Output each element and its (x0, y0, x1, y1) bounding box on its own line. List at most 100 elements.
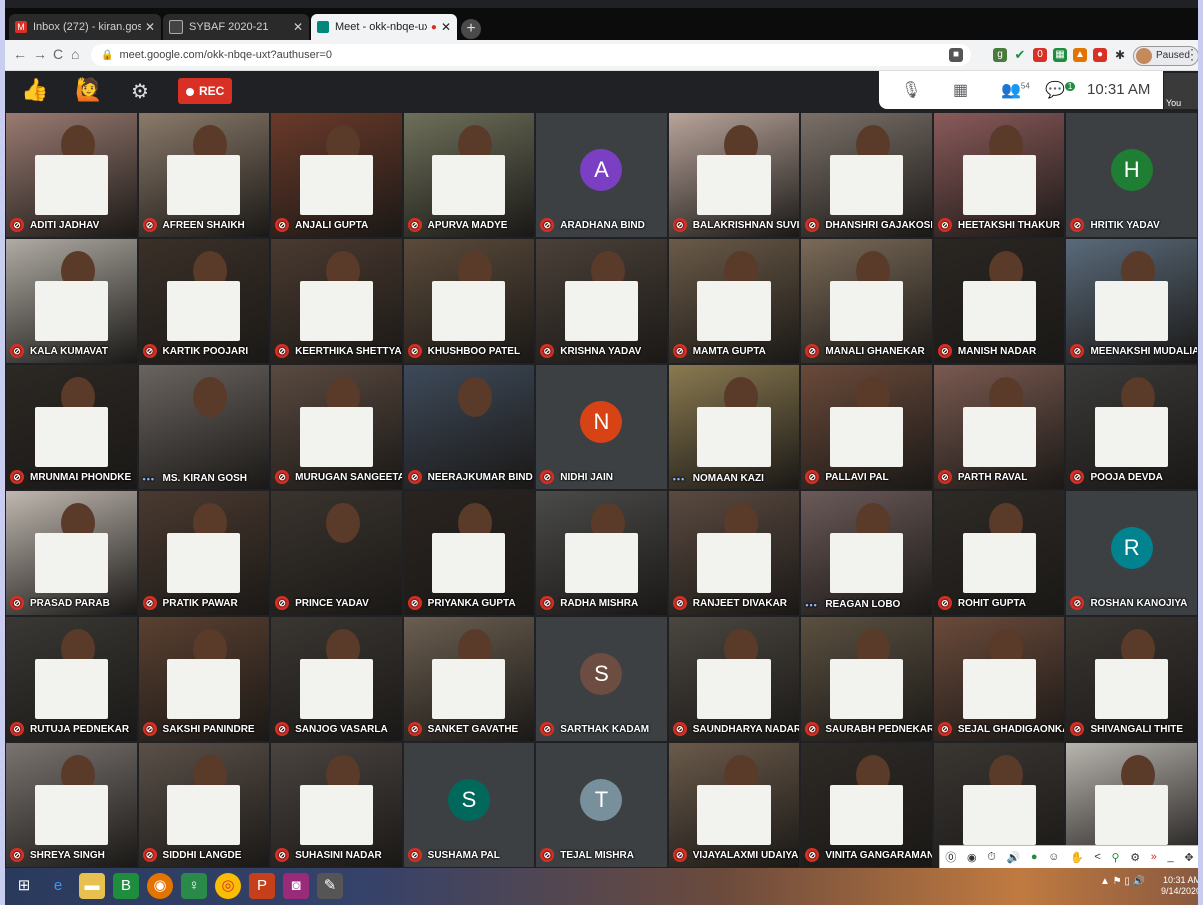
extension-icon[interactable]: 0 (1033, 48, 1047, 62)
new-tab-button[interactable]: + (461, 19, 481, 39)
participant-tile[interactable]: H ⊘ HRITIK YADAV (1066, 113, 1197, 237)
eye-icon[interactable]: ◉ (967, 851, 977, 864)
timer-icon[interactable]: ⏱ (987, 851, 996, 864)
participant-tile[interactable]: T ⊘ TEJAL MISHRA (536, 743, 667, 867)
participant-tile[interactable]: ⊘ APURVA MADYE (403, 113, 535, 237)
camera-ext-icon[interactable]: ■ (949, 48, 963, 62)
participant-tile[interactable]: ⊘ MEENAKSHI MUDALIAR (1066, 239, 1197, 363)
circle-icon[interactable]: ⓪ (945, 849, 956, 865)
firefox-icon[interactable]: ◉ (147, 873, 173, 899)
participant-tile[interactable]: S ⊘ SUSHAMA PAL (403, 743, 535, 867)
participant-tile[interactable]: ⊘ RADHA MISHRA (536, 491, 667, 615)
participant-tile[interactable]: ⊘ SIDDHI LANGDE (138, 743, 270, 867)
participant-tile[interactable]: ⊘ PRIYANKA GUPTA (403, 491, 535, 615)
microphone-icon[interactable]: 🎙 (901, 80, 921, 100)
participant-tile[interactable]: ⊘ KRISHNA YADAV (536, 239, 667, 363)
participant-tile[interactable]: N ⊘ NIDHI JAIN (536, 365, 667, 489)
participant-tile[interactable]: ⊘ SAURABH PEDNEKAR (801, 617, 932, 741)
participant-tile[interactable]: ••• REAGAN LOBO (801, 491, 932, 615)
participant-tile[interactable]: ⊘ PRASAD PARAB (6, 491, 137, 615)
participant-tile[interactable]: ⊘ MRUNMAI PHONDKE (6, 365, 137, 489)
extension-icon[interactable]: ▲ (1073, 48, 1087, 62)
participant-tile[interactable]: ⊘ MURUGAN SANGEETA (271, 365, 402, 489)
participant-tile[interactable]: ⊘ ADITI JADHAV (6, 113, 137, 237)
powerpoint-icon[interactable]: P (249, 873, 275, 899)
location-ext-icon[interactable]: ● (1093, 48, 1107, 62)
raise-hand-icon[interactable]: 👍 (21, 77, 48, 103)
participant-tile[interactable]: ⊘ SAKSHI PANINDRE (138, 617, 270, 741)
puzzle-icon[interactable]: ✱ (1113, 48, 1127, 62)
move-icon[interactable]: ✥ (1184, 851, 1193, 864)
search-icon[interactable]: ⚲ (1112, 851, 1120, 864)
participant-tile[interactable]: ⊘ RANJEET DIVAKAR (668, 491, 800, 615)
check-ext-icon[interactable]: ✔ (1013, 48, 1027, 62)
taskbar-clock[interactable]: 10:31 AM 9/14/2020 (1161, 875, 1198, 897)
participant-tile[interactable]: ⊘ SEJAL GHADIGAONKAR (933, 617, 1065, 741)
participant-tile[interactable]: ⊘ KHUSHBOO PATEL (403, 239, 535, 363)
speaker-icon[interactable]: 🔊 (1007, 851, 1021, 864)
settings-gear-icon[interactable]: ⚙ (131, 79, 149, 104)
participant-tile[interactable]: ⊘ KEERTHIKA SHETTYAR (271, 239, 402, 363)
participant-tile[interactable]: ••• MS. KIRAN GOSH (138, 365, 270, 489)
close-tab-icon[interactable]: ✕ (145, 20, 155, 34)
camera-app-icon[interactable]: ◙ (283, 873, 309, 899)
tab-inbox[interactable]: M Inbox (272) - kiran.gosh@ratnam ✕ (9, 14, 161, 40)
participant-tile[interactable]: ⊘ KARTIK POOJARI (138, 239, 270, 363)
participant-tile[interactable]: R ⊘ ROSHAN KANOJIYA (1066, 491, 1197, 615)
person-icon[interactable]: 🙋 (75, 77, 102, 103)
participant-tile[interactable]: ⊘ SANJOG VASARLA (271, 617, 402, 741)
participant-tile[interactable]: ⊘ NEERAJKUMAR BIND (403, 365, 535, 489)
participant-tile[interactable]: ⊘ PALLAVI PAL (801, 365, 932, 489)
forward-icon[interactable]: → (33, 46, 47, 62)
address-bar[interactable]: 🔒 meet.google.com/okk-nbqe-uxt?authuser=… (91, 44, 971, 66)
participant-tile[interactable]: ⊘ MANISH NADAR (933, 239, 1065, 363)
tab-classroom[interactable]: SYBAF 2020-21 ✕ (163, 14, 309, 40)
system-tray-icons[interactable]: ▲ ⚑ ▯ 🔊 (1100, 876, 1145, 887)
participant-tile[interactable]: ⊘ ROHIT GUPTA (933, 491, 1065, 615)
minimize-icon[interactable]: _ (1168, 851, 1174, 863)
participant-tile[interactable]: ⊘ VINITA GANGARAMANI (801, 743, 932, 867)
sheets-ext-icon[interactable]: ▦ (1053, 48, 1067, 62)
windows-start-icon[interactable]: ⊞ (11, 873, 37, 899)
participant-tile[interactable]: ⊘ SHREYA SINGH (6, 743, 137, 867)
participant-tile[interactable]: ⊘ PRINCE YADAV (271, 491, 402, 615)
participant-tile[interactable]: ⊘ SANKET GAVATHE (403, 617, 535, 741)
participant-tile[interactable]: ⊘ SAUNDHARYA NADAR (668, 617, 800, 741)
close-tab-icon[interactable]: ✕ (293, 20, 303, 34)
reload-icon[interactable]: C (53, 46, 63, 62)
tab-meet[interactable]: Meet - okk-nbqe-uxt ● ✕ (311, 14, 457, 40)
app-icon[interactable]: B (113, 873, 139, 899)
participant-tile[interactable]: ⊘ BALAKRISHNAN SUVIDH (668, 113, 800, 237)
participant-tile[interactable]: ⊘ MANALI GHANEKAR (801, 239, 932, 363)
internet-explorer-icon[interactable]: e (45, 873, 71, 899)
participant-tile[interactable]: ••• NOMAAN KAZI (668, 365, 800, 489)
participant-tile[interactable]: ⊘ HEETAKSHI THAKUR (933, 113, 1065, 237)
participant-tile[interactable]: ⊘ DHANSHRI GAJAKOSH (801, 113, 932, 237)
participant-tile[interactable]: ⊘ SHIVANGALI THITE (1066, 617, 1197, 741)
share-icon[interactable]: < (1094, 851, 1100, 863)
participant-tile[interactable]: ⊘ SUHASINI NADAR (271, 743, 402, 867)
hand-icon[interactable]: ✋ (1070, 851, 1084, 864)
participant-tile[interactable]: S ⊘ SARTHAK KADAM (536, 617, 667, 741)
participant-tile[interactable]: ⊘ PRATIK PAWAR (138, 491, 270, 615)
participant-tile[interactable]: A ⊘ ARADHANA BIND (536, 113, 667, 237)
participant-tile[interactable]: ⊘ MAMTA GUPTA (668, 239, 800, 363)
home-icon[interactable]: ⌂ (71, 46, 79, 62)
participant-tile[interactable]: ⊘ PARTH RAVAL (933, 365, 1065, 489)
menu-dots-icon[interactable]: ⋮ (1185, 46, 1198, 63)
app-icon[interactable]: ✎ (317, 873, 343, 899)
participant-tile[interactable]: ⊘ KALA KUMAVAT (6, 239, 137, 363)
participant-tile[interactable]: ⊘ POOJA DEVDA (1066, 365, 1197, 489)
app-icon[interactable]: ♀ (181, 873, 207, 899)
participant-tile[interactable]: ⊘ ANJALI GUPTA (271, 113, 402, 237)
back-icon[interactable]: ← (13, 46, 27, 62)
people-icon[interactable]: 👥54 (1001, 80, 1030, 100)
smile-icon[interactable]: ☺ (1048, 851, 1059, 863)
chat-icon[interactable]: 💬 1 (1045, 80, 1076, 100)
participant-tile[interactable]: ⊘ RUTUJA PEDNEKAR (6, 617, 137, 741)
grid-layout-icon[interactable]: ▦ (953, 80, 968, 100)
participant-tile[interactable]: ⊘ AFREEN SHAIKH (138, 113, 270, 237)
green-circle-icon[interactable]: ● (1031, 851, 1038, 863)
extension-icon[interactable]: g (993, 48, 1007, 62)
file-explorer-icon[interactable]: ▬ (79, 873, 105, 899)
